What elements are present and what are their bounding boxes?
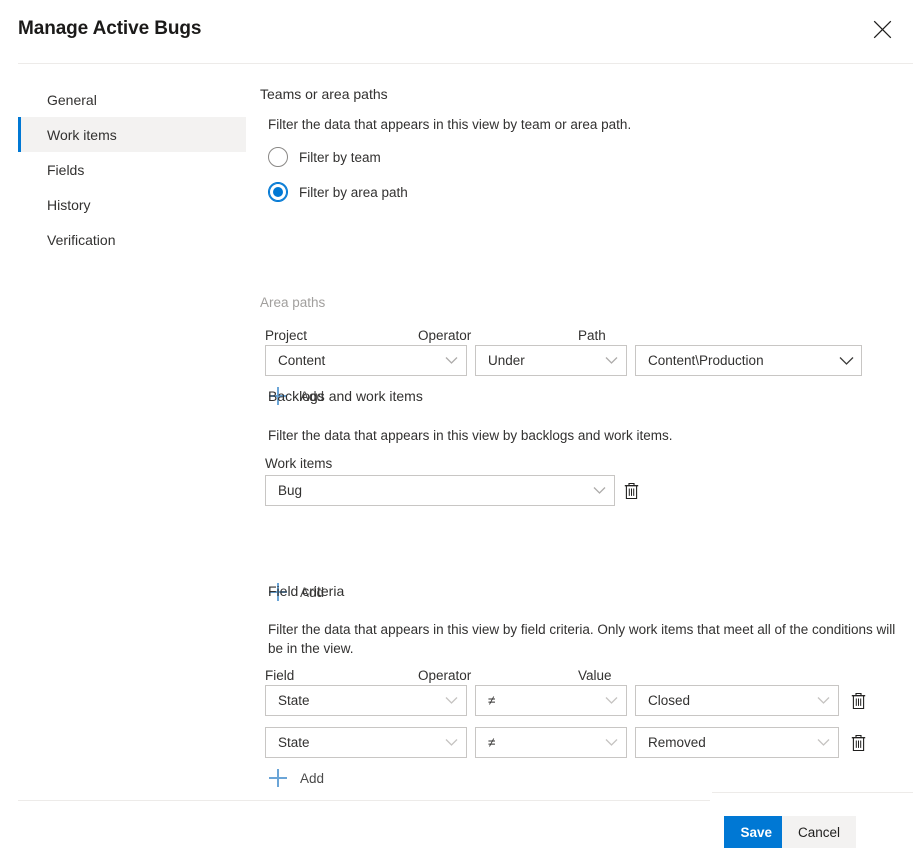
radio-circle-selected-icon xyxy=(268,182,288,202)
footer-buttons: Save Cancel xyxy=(656,801,856,864)
plus-icon xyxy=(268,768,288,788)
backlogs-section-title: Backlogs and work items xyxy=(268,388,423,404)
sidebar-item-label: Fields xyxy=(47,161,85,178)
dropdown-value: Content\Production xyxy=(648,353,764,368)
area-path-project-dropdown[interactable]: Content xyxy=(265,345,467,376)
chevron-down-icon xyxy=(596,356,626,365)
sidebar-item-fields[interactable]: Fields xyxy=(18,152,246,187)
dropdown-value: Under xyxy=(488,353,525,368)
dropdown-value: Content xyxy=(278,353,326,368)
chevron-down-icon xyxy=(436,356,466,365)
sidebar-item-work-items[interactable]: Work items xyxy=(18,117,246,152)
backlogs-section-description: Filter the data that appears in this vie… xyxy=(268,428,673,443)
dialog-header: Manage Active Bugs xyxy=(0,0,913,63)
chevron-down-icon xyxy=(596,696,626,705)
work-items-panel: Teams or area paths Filter the data that… xyxy=(260,64,913,801)
delete-field-criteria-button[interactable] xyxy=(847,689,869,713)
manage-active-bugs-dialog: Manage Active Bugs General Work items Fi… xyxy=(0,0,913,864)
area-paths-col-project: Project xyxy=(265,328,308,343)
chevron-down-icon xyxy=(831,356,861,366)
chevron-down-icon xyxy=(808,696,838,705)
delete-field-criteria-button[interactable] xyxy=(847,731,869,755)
radio-label: Filter by area path xyxy=(299,184,408,200)
field-criteria-operator-dropdown[interactable]: ≠ xyxy=(475,685,627,716)
sidebar-item-label: General xyxy=(47,91,97,108)
work-items-dropdown[interactable]: Bug xyxy=(265,475,615,506)
field-criteria-description: Filter the data that appears in this vie… xyxy=(268,622,896,656)
sidebar-item-history[interactable]: History xyxy=(18,187,246,222)
close-icon xyxy=(872,19,893,40)
add-field-criteria-button[interactable]: Add xyxy=(268,768,324,788)
dialog-body: General Work items Fields History Verifi… xyxy=(0,64,913,801)
field-criteria-operator-dropdown[interactable]: ≠ xyxy=(475,727,627,758)
area-path-operator-dropdown[interactable]: Under xyxy=(475,345,627,376)
page-title: Manage Active Bugs xyxy=(18,18,202,39)
close-button[interactable] xyxy=(861,8,903,50)
dropdown-value: Removed xyxy=(648,735,706,750)
area-paths-col-operator: Operator xyxy=(418,328,472,343)
field-criteria-col-operator: Operator xyxy=(418,668,472,683)
add-label: Add xyxy=(300,770,325,786)
chevron-down-icon xyxy=(436,696,466,705)
field-criteria-field-dropdown[interactable]: State xyxy=(265,727,467,758)
radio-filter-by-area-path[interactable]: Filter by area path xyxy=(268,182,408,202)
field-criteria-field-dropdown[interactable]: State xyxy=(265,685,467,716)
area-paths-col-path: Path xyxy=(578,328,606,343)
dropdown-value: ≠ xyxy=(488,735,496,750)
field-criteria-value-dropdown[interactable]: Closed xyxy=(635,685,839,716)
trash-icon xyxy=(851,734,866,752)
sidebar-item-general[interactable]: General xyxy=(18,82,246,117)
radio-filter-by-team[interactable]: Filter by team xyxy=(268,147,381,167)
trash-icon xyxy=(624,482,639,500)
delete-work-item-button[interactable] xyxy=(620,479,642,503)
field-criteria-col-field: Field xyxy=(265,668,295,683)
dropdown-value: State xyxy=(278,735,310,750)
field-criteria-title: Field criteria xyxy=(268,583,345,599)
sidebar-item-verification[interactable]: Verification xyxy=(18,222,246,257)
trash-icon xyxy=(851,692,866,710)
teams-section-description: Filter the data that appears in this vie… xyxy=(268,117,632,132)
area-path-path-dropdown[interactable]: Content\Production xyxy=(635,345,862,376)
sidebar-item-label: History xyxy=(47,196,91,213)
work-items-label: Work items xyxy=(265,456,333,471)
dialog-footer: Save Cancel xyxy=(0,801,913,864)
dropdown-value: Closed xyxy=(648,693,691,708)
field-criteria-col-value: Value xyxy=(578,668,612,683)
chevron-down-icon xyxy=(808,738,838,747)
radio-label: Filter by team xyxy=(299,149,381,165)
radio-circle-icon xyxy=(268,147,288,167)
save-button[interactable]: Save xyxy=(724,816,788,848)
dropdown-value: Bug xyxy=(278,483,303,498)
dropdown-value: State xyxy=(278,693,310,708)
sidebar-item-label: Verification xyxy=(47,231,116,248)
teams-section-title: Teams or area paths xyxy=(260,86,388,102)
cancel-button[interactable]: Cancel xyxy=(781,816,856,848)
field-criteria-value-dropdown[interactable]: Removed xyxy=(635,727,839,758)
settings-nav: General Work items Fields History Verifi… xyxy=(18,82,246,257)
area-paths-title: Area paths xyxy=(260,295,326,310)
footer-divider xyxy=(712,792,913,793)
chevron-down-icon xyxy=(584,486,614,495)
dropdown-value: ≠ xyxy=(488,693,496,708)
chevron-down-icon xyxy=(596,738,626,747)
sidebar-item-label: Work items xyxy=(47,126,117,143)
chevron-down-icon xyxy=(436,738,466,747)
